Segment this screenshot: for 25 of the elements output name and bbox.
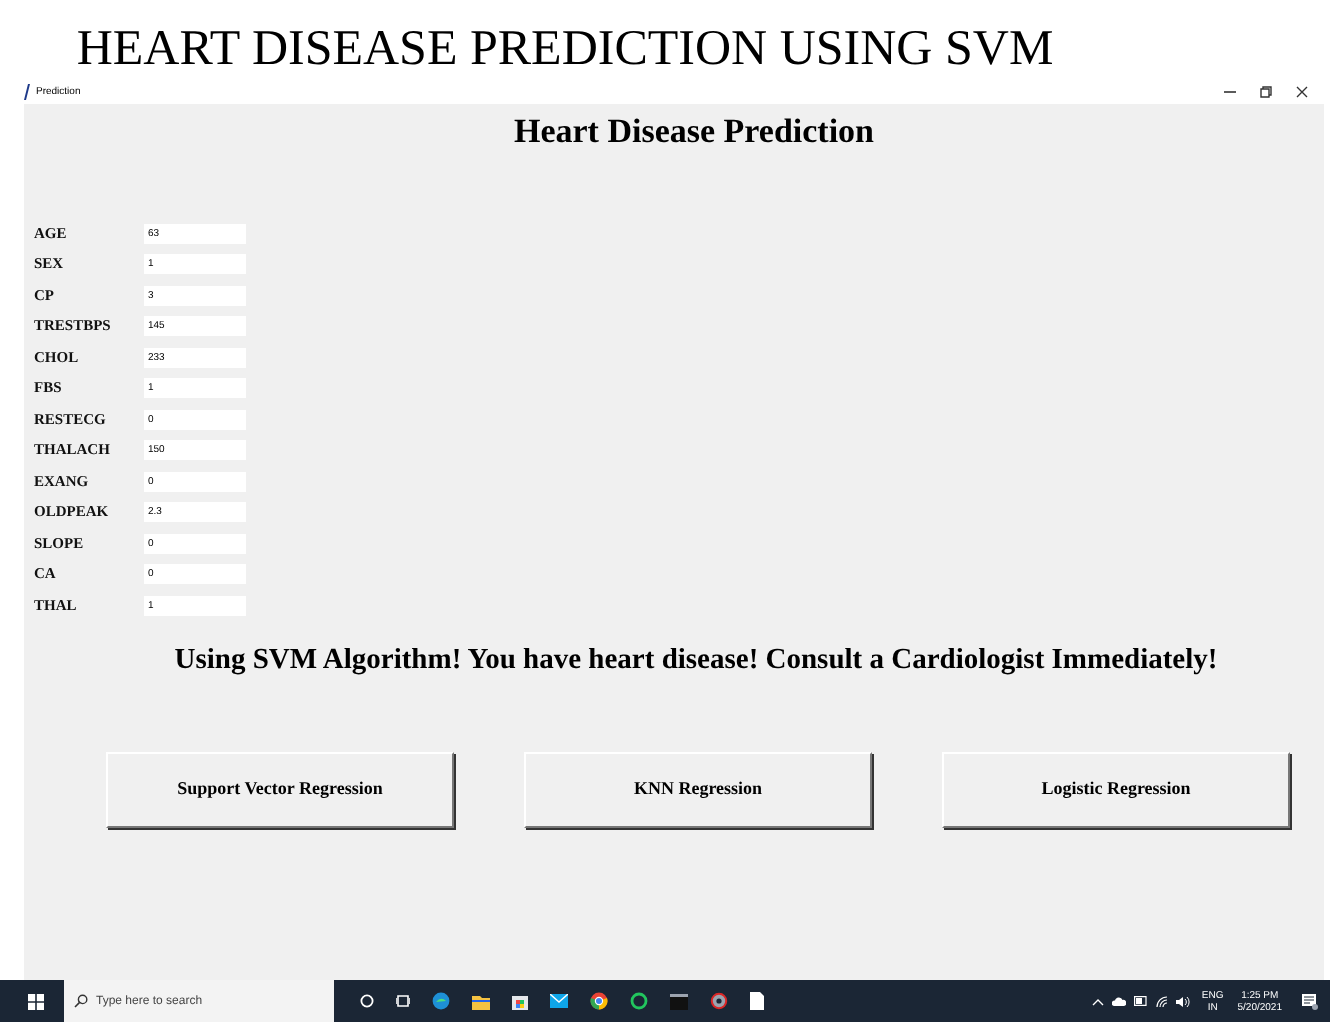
wifi-icon[interactable] — [1155, 995, 1168, 1007]
chrome-icon[interactable] — [590, 992, 608, 1010]
speaker-icon[interactable] — [1175, 995, 1190, 1007]
caret-icon[interactable] — [1091, 997, 1104, 1005]
task-view-icon[interactable] — [396, 994, 410, 1008]
cloud-icon[interactable] — [1111, 996, 1126, 1006]
regression-button[interactable]: Logistic Regression — [942, 752, 1290, 828]
browser-icon[interactable] — [432, 992, 450, 1010]
notification-icon[interactable] — [1302, 993, 1318, 1009]
form-heading: Heart Disease Prediction — [511, 110, 877, 152]
terminal-icon[interactable] — [670, 993, 688, 1009]
regression-button[interactable]: KNN Regression — [524, 752, 872, 828]
folder-icon[interactable] — [472, 993, 490, 1009]
circle-icon[interactable] — [360, 994, 374, 1008]
ring-icon[interactable] — [630, 992, 648, 1010]
page-title: HEART DISEASE PREDICTION USING SVM — [76, 20, 1056, 80]
regression-button[interactable]: Support Vector Regression — [106, 752, 454, 828]
search-icon — [74, 994, 88, 1008]
windows-icon[interactable] — [28, 993, 44, 1009]
minimize-icon[interactable] — [1224, 86, 1236, 98]
mail-icon[interactable] — [550, 994, 568, 1008]
document-icon[interactable] — [750, 992, 764, 1010]
close-icon[interactable] — [1296, 86, 1308, 98]
result-message: Using SVM Algorithm! You have heart disease! Consult a Cardiologist Immediately! — [172, 642, 1220, 678]
restore-icon[interactable] — [1260, 86, 1272, 98]
